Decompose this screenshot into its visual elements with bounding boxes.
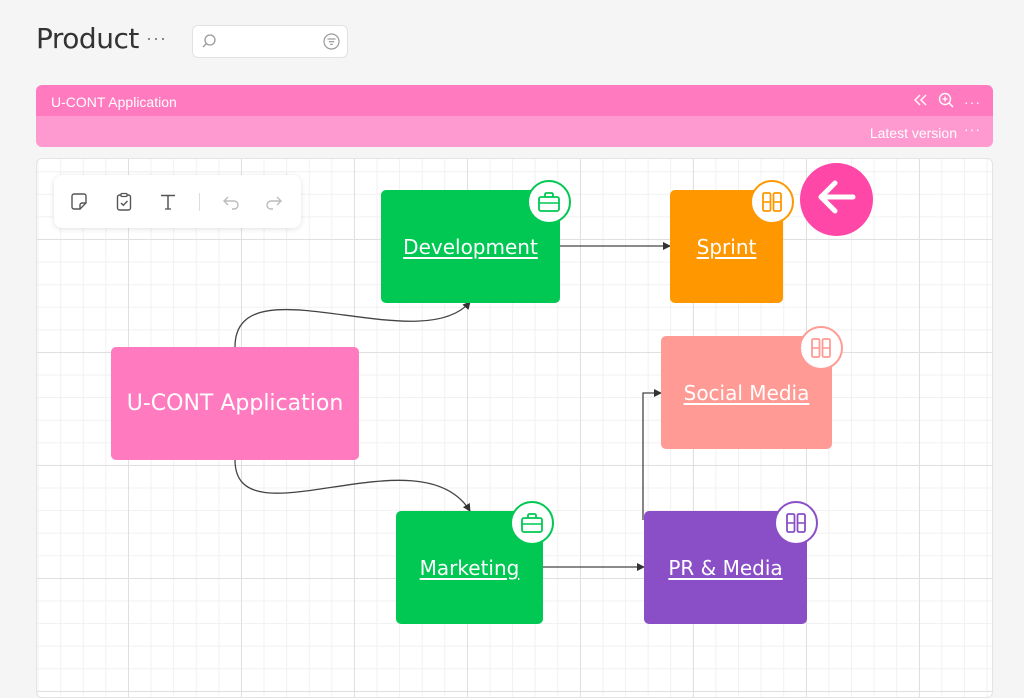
search-box[interactable] (192, 25, 348, 58)
node-root-label: U-CONT Application (126, 391, 344, 416)
toolbar-divider (199, 193, 200, 211)
node-marketing-label[interactable]: Marketing (420, 556, 520, 580)
more-icon[interactable]: ··· (964, 94, 981, 110)
briefcase-icon[interactable] (510, 501, 554, 545)
columns-icon[interactable] (750, 180, 794, 224)
back-button[interactable] (800, 163, 873, 236)
undo-icon[interactable] (220, 191, 242, 213)
page-more-button[interactable]: ··· (146, 28, 167, 49)
app-header-version-bar: Latest version ··· (36, 116, 993, 147)
node-root[interactable]: U-CONT Application (111, 347, 359, 460)
collapse-icon[interactable] (912, 92, 928, 111)
node-development[interactable]: Development (381, 180, 571, 303)
page-title: Product (36, 22, 139, 55)
app-header-title-bar: U-CONT Application ··· (36, 85, 993, 116)
arrow-left-icon (815, 175, 859, 224)
node-sprint-label[interactable]: Sprint (697, 235, 757, 259)
briefcase-icon[interactable] (527, 180, 571, 224)
app-header: U-CONT Application ··· Latest version ··… (36, 85, 993, 147)
node-social-media-label[interactable]: Social Media (684, 381, 810, 405)
clipboard-check-icon[interactable] (113, 191, 135, 213)
sticky-note-icon[interactable] (68, 191, 90, 213)
filter-icon[interactable] (323, 33, 340, 55)
canvas-toolbar (54, 175, 301, 228)
columns-icon[interactable] (799, 326, 843, 370)
version-selector[interactable]: Latest version (870, 125, 957, 141)
node-pr-media[interactable]: PR & Media (644, 501, 818, 624)
node-social-media[interactable]: Social Media (661, 326, 843, 449)
zoom-in-icon[interactable] (938, 92, 954, 111)
node-sprint[interactable]: Sprint (670, 180, 794, 303)
node-development-label[interactable]: Development (403, 235, 538, 259)
node-pr-media-label[interactable]: PR & Media (668, 556, 782, 580)
search-icon (201, 33, 217, 54)
node-marketing[interactable]: Marketing (396, 501, 554, 624)
columns-icon[interactable] (774, 501, 818, 545)
app-header-title: U-CONT Application (51, 94, 177, 110)
text-icon[interactable] (157, 191, 179, 213)
version-more-icon[interactable]: ··· (964, 121, 981, 137)
redo-icon[interactable] (263, 191, 285, 213)
search-input[interactable] (223, 32, 313, 52)
